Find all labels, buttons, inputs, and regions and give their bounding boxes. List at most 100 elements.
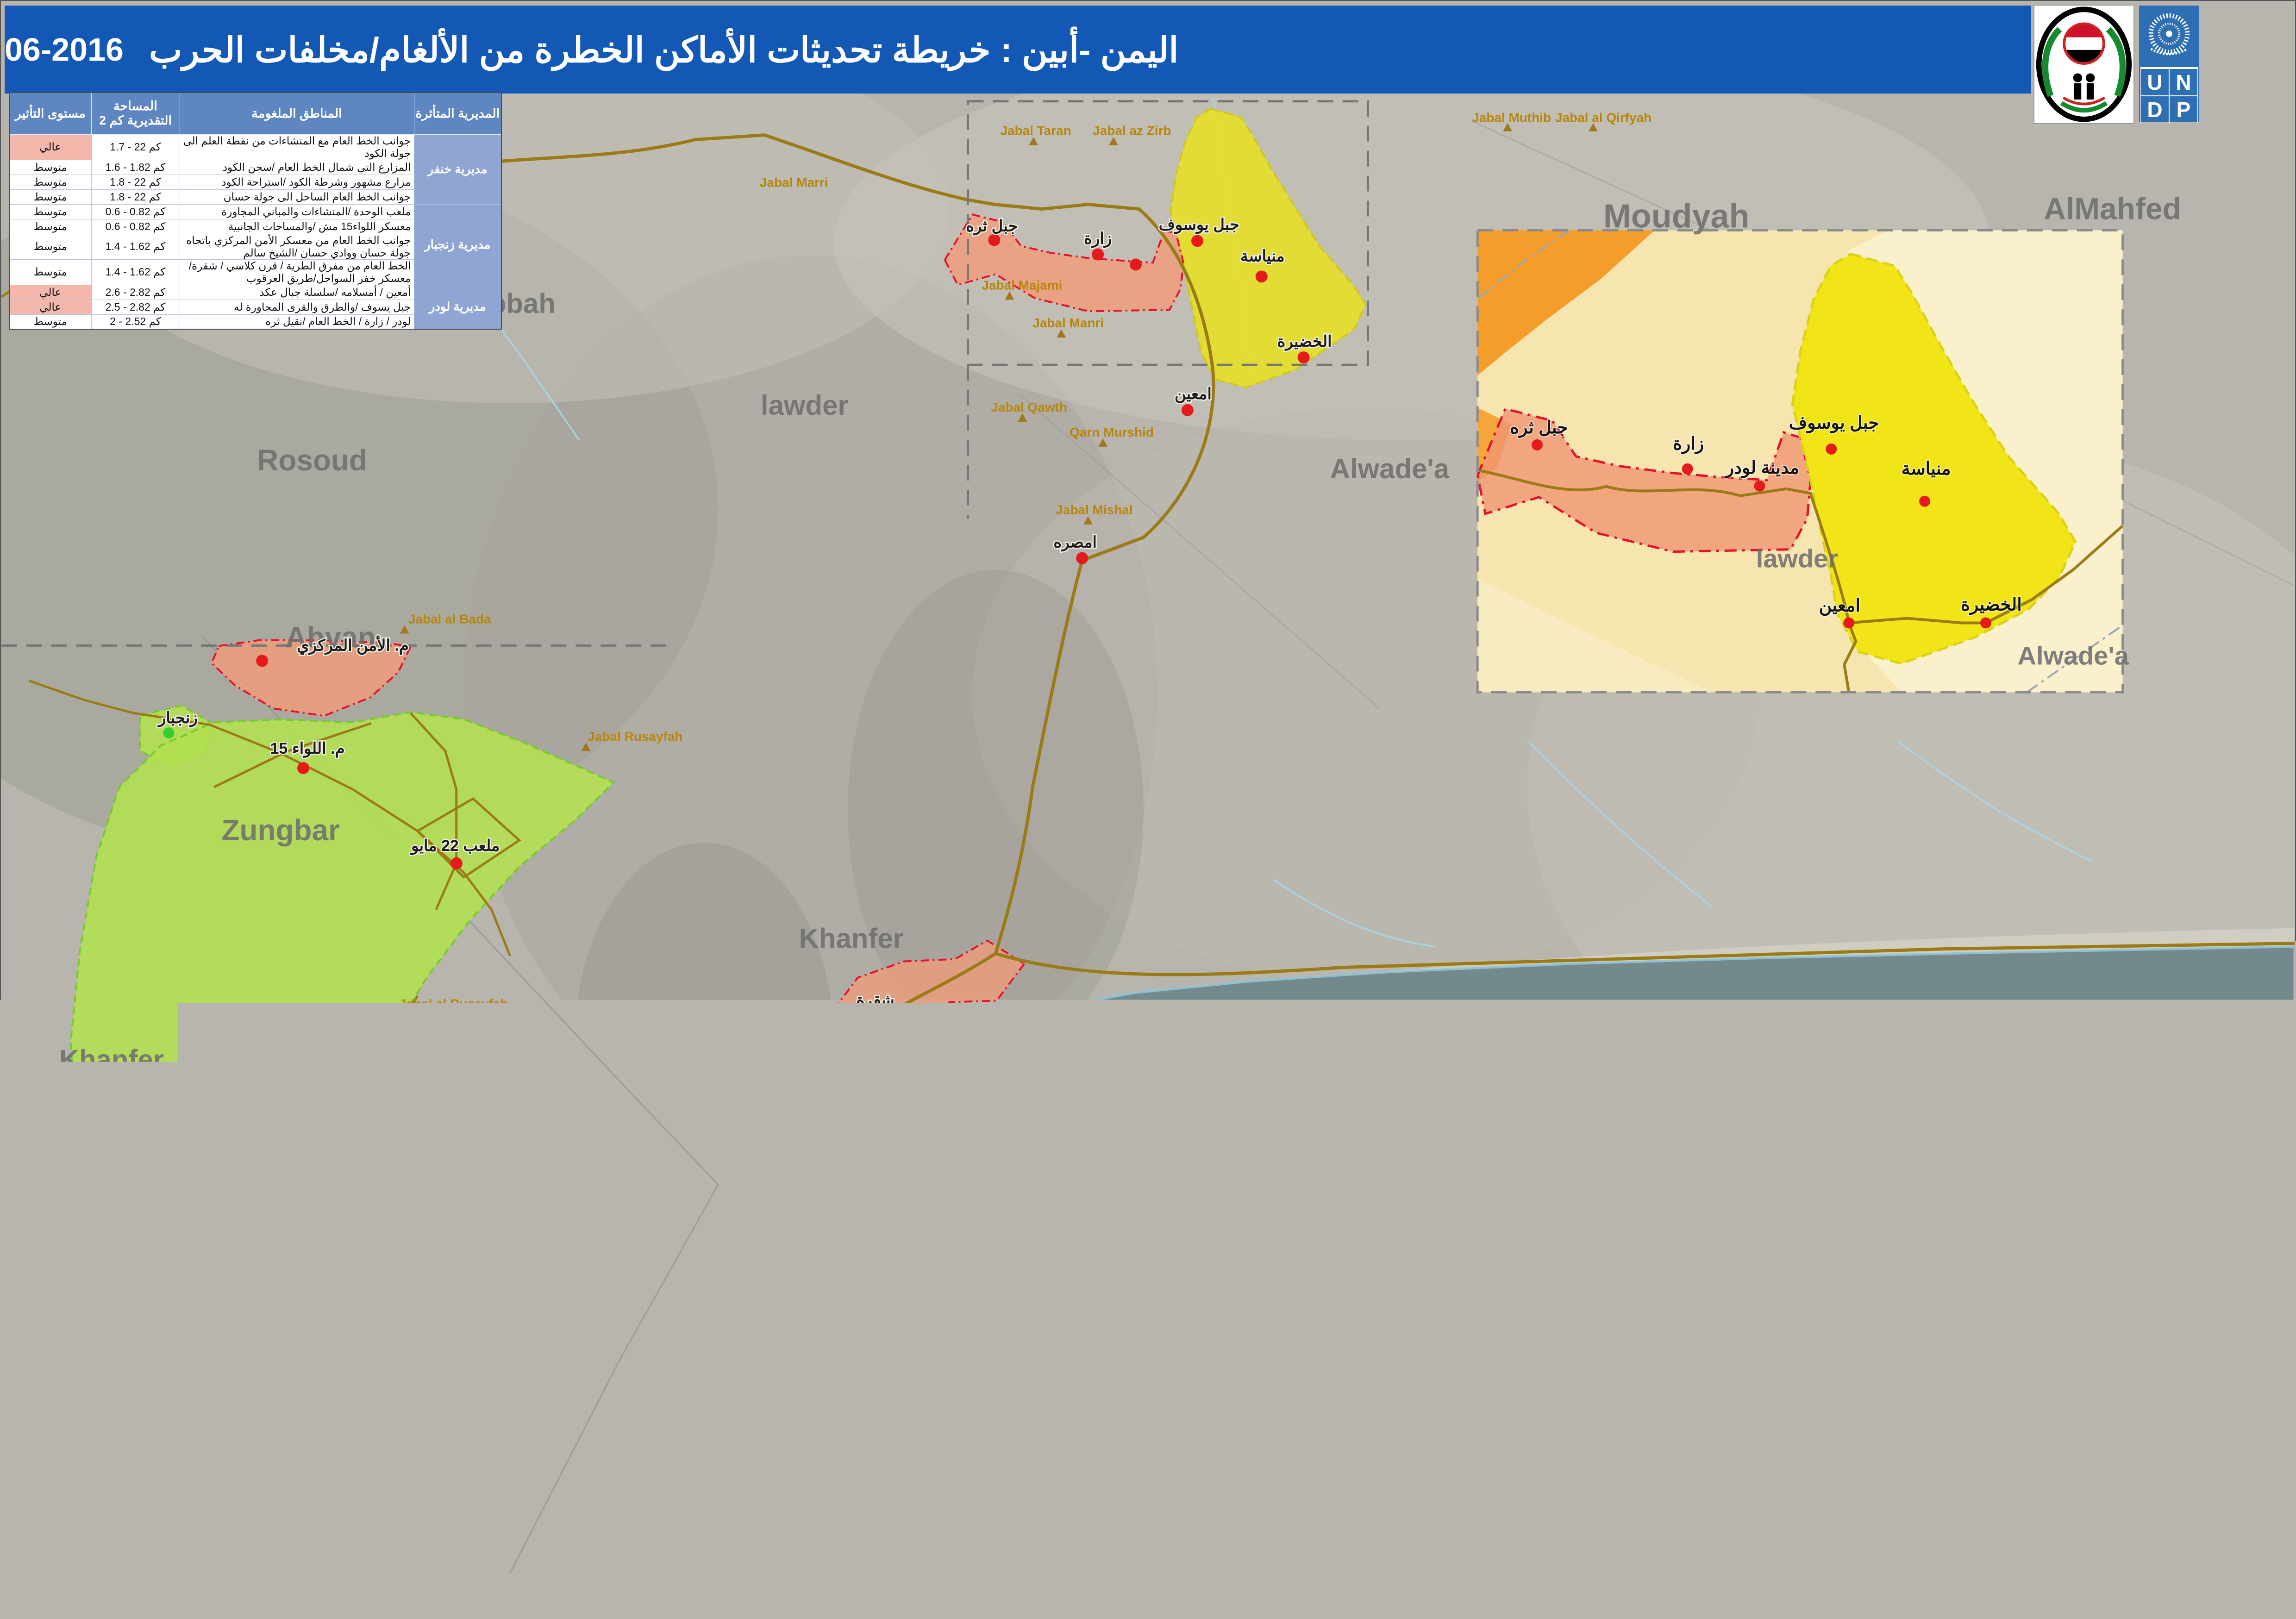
area-cell: 0.6 - 0.8كم 2 [91,204,180,219]
community-watermark: Community [1089,1592,1311,1617]
caution-heading: Caution: [768,1523,1384,1537]
village-dot-green [409,1418,419,1428]
mountain-label: Jabal Mishal [1056,503,1132,517]
scale-bar [2060,1566,2140,1575]
swatch-partial-clearance [1990,1228,2017,1245]
directorate-cell: مديرية زنجبار [414,204,501,285]
legend-item-label: Positively identified contamination [2022,1190,2196,1204]
village-dot [1076,552,1088,564]
legend-line-label: Mountain [2022,1316,2066,1329]
undp-letter: P [2169,96,2198,123]
swatch-partial-ar [2176,1429,2202,1446]
sea-label: Arabian Sea [1428,1317,1562,1341]
impact-cell: عالي [9,300,91,314]
village-label: الشيخ عبدالله [401,1514,489,1532]
legend-item-label: Suspected hazardous areas [2022,1211,2166,1225]
asphalt-road-line-icon [1990,1288,2017,1291]
yemen-outline [1741,1346,1945,1485]
village-dot [1826,444,1837,455]
area-cell: 1.8 - 2كم 2 [91,175,180,189]
mountain-label: Jabal Taran [1000,124,1071,138]
legend-ar-line-label: مرتفعات جبلية [2097,1495,2169,1509]
hazard-summary-table: مستوى التأثير المساحة التقديرية كم 2 الم… [9,92,502,330]
district-label: Alwade'a [1330,453,1450,484]
yemen-landmass [1751,1351,1885,1438]
village-label: امصره [1053,534,1097,552]
table-row: عالي 2.6 - 2.8كم 2 أمعين / أمسلامه /سلسل… [9,285,501,300]
district-label: Khanfer [59,1044,164,1075]
wadi-line-icon-ar [2178,1483,2205,1485]
village-label: زارة [1084,230,1112,248]
legend-title: Legend [1994,1165,2059,1186]
mined-cell: جوانب الخط العام من معسكر الأمن المركزي … [180,234,414,259]
map-date: 06-2016 [5,31,124,68]
mined-cell: أمعين / أمسلامه /سلسلة جبال عكد [180,285,414,300]
caution-ar-body: المناطق الخطرة المشبوهة التي تظهر على هذ… [1404,1536,1955,1576]
area-cell: 1.7 - 2كم 2 [91,134,180,160]
inset-village-label: جبل ثره [1510,418,1568,438]
village-dot [371,1531,383,1543]
village-label: جبل ثره [966,217,1018,235]
impact-cell: عالي [9,285,91,300]
island [1896,1421,1910,1428]
area-cell: 0.6 - 0.8كم 2 [91,219,180,234]
mined-cell: ملعب الوحدة /المنشاءات والمباني المجاورة [180,204,414,219]
village-dot [1130,258,1142,270]
scale-tick: 1.75 [2073,1554,2092,1565]
scale-unit: Kilometers [2143,1554,2189,1565]
district-label: Zungbar [401,1369,549,1410]
caution-body: The suspect hazardous areas shown on thi… [768,1537,1384,1579]
inset-village-label: الخضيرة [1961,595,2022,615]
legend-line-label: Wadies [2022,1300,2058,1312]
village-label: سجن الكود [317,1514,389,1532]
village-dot [481,1452,493,1464]
legend-ar-line-label: طريق [2138,1460,2167,1474]
village-dot [1092,248,1104,260]
village-label: م. الأمن المركزي [297,635,409,655]
village-label: زنجبار [157,709,198,727]
swatch-contamination [1990,1187,2017,1203]
impact-cell: عالي [9,134,91,160]
impact-cell: متوسط [9,314,91,329]
area-cell: 2.5 - 2.8كم 2 [91,300,180,314]
inset-village-label: زارة [1673,434,1704,454]
mountain-label: Jabal az Zirb [1093,124,1171,138]
district-label: Moudyah [1603,198,1750,235]
impact-cell: متوسط [9,234,91,259]
village-dot [988,234,1000,246]
legend-panel: Legend N Positively identified contamina… [1985,1153,2289,1618]
village-dot [104,1569,116,1581]
swatch-suspected-ar [2176,1407,2202,1424]
map-title: اليمن -أبين : خريطة تحديثات الأماكن الخط… [149,29,1179,70]
mountain-label: Jabal Sarar [344,1125,414,1139]
mined-cell: المزارع التي شمال الخط العام /سجن الكود [180,160,414,175]
village-dot [1182,404,1194,416]
village-label: جبل يوسوف [1159,216,1240,234]
yemac-emblem-icon [2034,6,2133,123]
inset-map: جبل ثره زارة مدينة لودر جبل يوسوف منياسة… [1477,230,2129,692]
legend-item-label: Partial Clearance [2022,1232,2111,1245]
impact-cell: متوسط [9,160,91,175]
north-label: N [2184,1159,2196,1178]
area-cell: 1.4 - 1.6كم 2 [91,234,180,259]
caution-box: Caution: The suspect hazardous areas sho… [763,1520,1963,1594]
scale-tick: 0 [2060,1554,2066,1565]
mined-cell: لودر / زارة / الخط العام /نقيل ثره [180,314,414,329]
caution-ar-heading: تحذير [1404,1522,1955,1536]
table-header-row: مستوى التأثير المساحة التقديرية كم 2 الم… [9,93,501,134]
mined-cell: جبل يسوف /والطرق والقرى المجاورة له [180,300,414,314]
village-label: دوفس [61,1559,103,1577]
inset-village-label: جبل يوسوف [1789,413,1879,433]
mountain-icon-ar [2185,1493,2196,1502]
caution-arabic: تحذير المناطق الخطرة المشبوهة التي تظهر … [1404,1522,1955,1576]
creation-date-label: Creation date : [2061,1542,2142,1556]
village-dot [441,1531,453,1543]
inset-district-label: Alwade'a [2018,641,2129,670]
district-label: Zungbar [221,813,340,847]
mountain-label: Jabal al Rusayfah [399,997,508,1011]
mountain-label: Jabal Manri [1032,316,1104,330]
scale-tick: 3.5 [2095,1554,2108,1565]
village-label: ملعب 22 مايو [410,837,500,855]
village-label: شقرة [857,992,895,1010]
title-bar: اليمن -أبين : خريطة تحديثات الأماكن الخط… [5,6,2031,94]
